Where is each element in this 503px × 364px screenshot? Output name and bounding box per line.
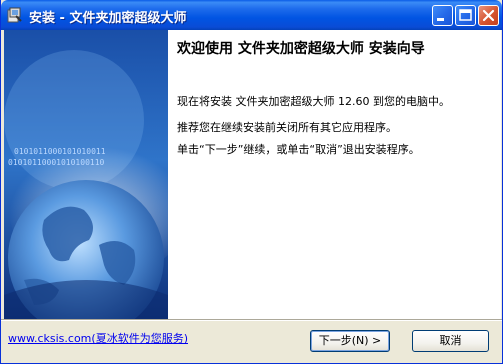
minimize-icon: [437, 18, 444, 21]
welcome-title: 欢迎使用 文件夹加密超级大师 安装向导: [177, 41, 425, 57]
binary-text-1: 0101011000101010011: [14, 147, 106, 156]
cancel-button[interactable]: 取消: [412, 330, 489, 352]
close-icon: [482, 9, 495, 22]
binary-text-2: 01010110001010100110: [8, 158, 105, 167]
minimize-button[interactable]: [432, 5, 453, 26]
close-apps-recommendation: 推荐您在继续安装前关闭所有其它应用程序。: [177, 121, 397, 134]
maximize-button[interactable]: [455, 5, 476, 26]
installer-icon: [7, 7, 23, 23]
footer-separator: [1, 319, 502, 321]
maximize-icon: [459, 9, 472, 21]
install-description: 现在将安装 文件夹加密超级大师 12.60 到您的电脑中。: [177, 95, 450, 108]
instructions-text: 单击“下一步”继续，或单击“取消”退出安装程序。: [177, 143, 420, 156]
installer-window: 安装 - 文件夹加密超级大师 0101011000101010011 01010…: [0, 0, 503, 364]
wizard-sidebar-image: 0101011000101010011 01010110001010100110: [4, 30, 168, 319]
title-bar[interactable]: 安装 - 文件夹加密超级大师: [1, 0, 502, 30]
wizard-content: 0101011000101010011 01010110001010100110: [4, 30, 501, 319]
website-link[interactable]: www.cksis.com(夏冰软件为您服务): [8, 330, 188, 346]
close-button[interactable]: [478, 5, 499, 26]
next-button[interactable]: 下一步(N) >: [310, 330, 390, 352]
window-title: 安装 - 文件夹加密超级大师: [29, 11, 187, 26]
